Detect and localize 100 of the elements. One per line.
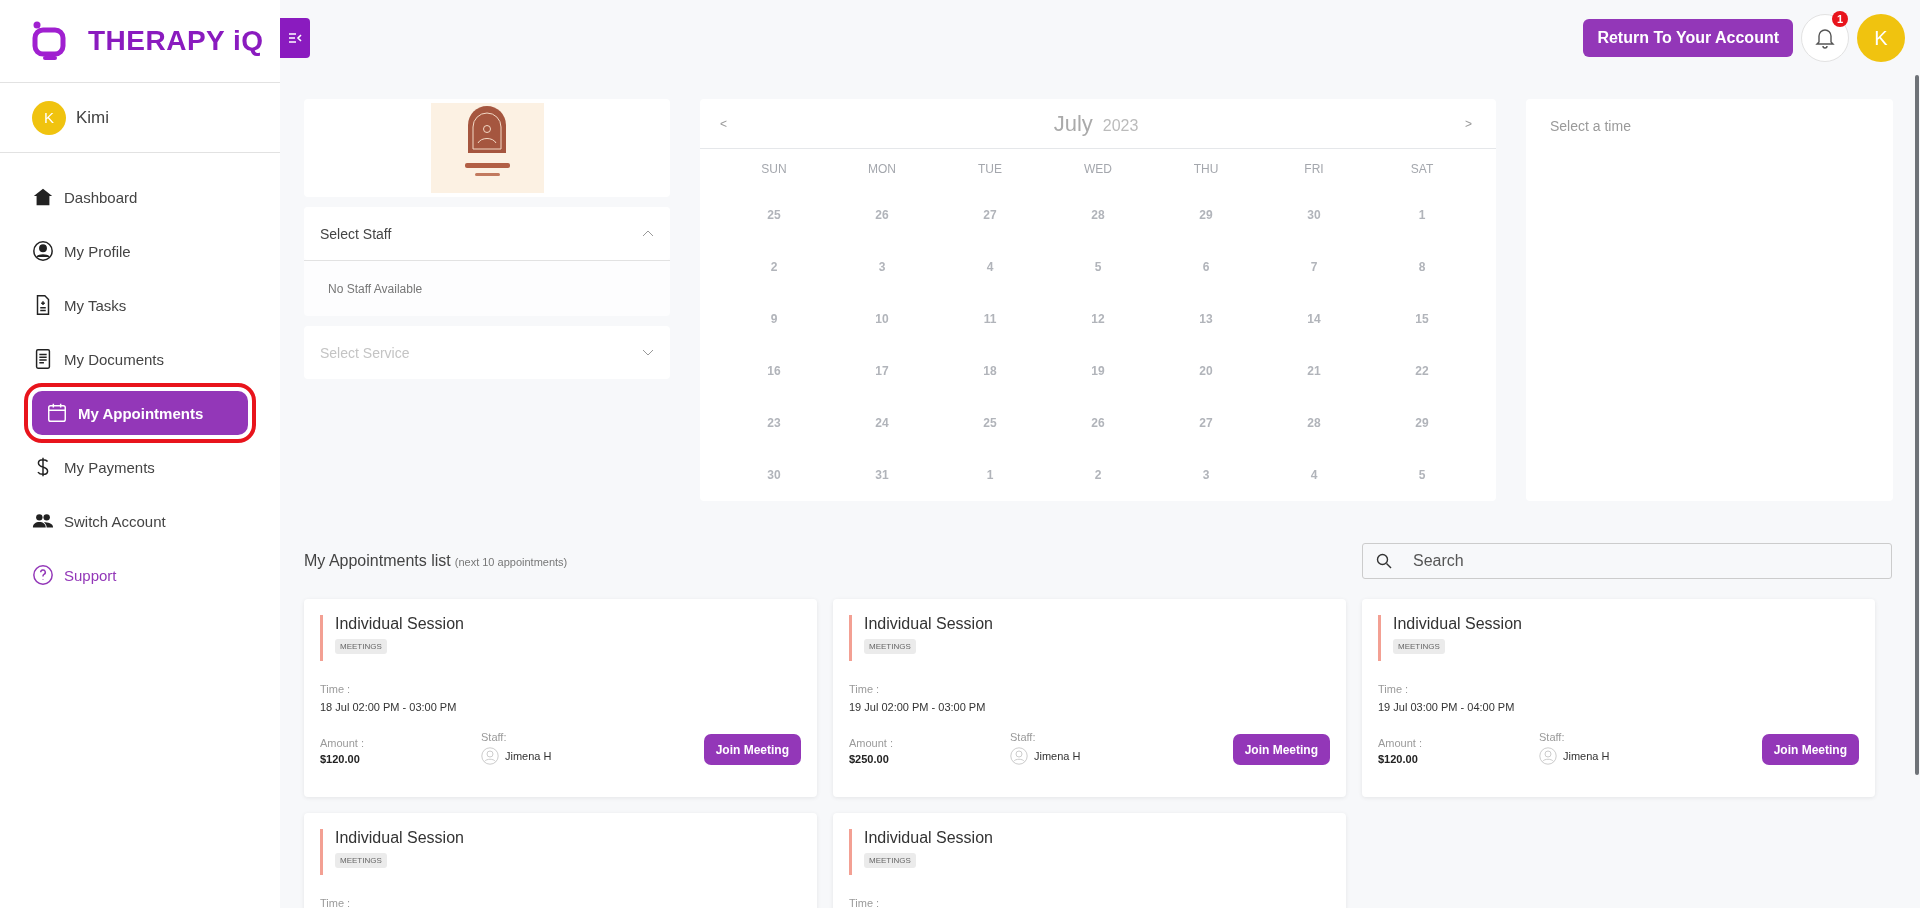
user-icon — [1010, 747, 1028, 765]
list-title: My Appointments list — [304, 552, 451, 569]
calendar-day: 18 — [936, 345, 1044, 397]
calendar-day: 16 — [720, 345, 828, 397]
time-label: Time : — [1378, 683, 1410, 695]
calendar-day: 4 — [936, 241, 1044, 293]
chevron-icon — [642, 230, 654, 237]
user-name: Kimi — [76, 107, 110, 128]
weekday-label: MON — [867, 161, 897, 178]
calendar-day: 1 — [1368, 189, 1476, 241]
staff-name: Jimena H — [505, 750, 552, 762]
appointment-amount: $120.00 — [320, 753, 361, 765]
weekday-label: WED — [1083, 161, 1113, 178]
calendar-day: 14 — [1260, 293, 1368, 345]
search-icon — [1376, 553, 1392, 569]
appointment-title: Individual Session — [864, 829, 994, 847]
appointment-tag: MEETINGS — [335, 639, 387, 654]
calendar-day: 20 — [1152, 345, 1260, 397]
calendar-day: 10 — [828, 293, 936, 345]
year: 2023 — [1102, 116, 1139, 135]
calendar-day: 29 — [1152, 189, 1260, 241]
weekday-label: TUE — [977, 161, 1003, 178]
calendar-day: 8 — [1368, 241, 1476, 293]
chevron-icon — [642, 349, 654, 356]
amount-label: Amount : — [320, 737, 366, 749]
home-icon — [32, 186, 54, 208]
amount-label: Amount : — [849, 737, 895, 749]
sidebar-toggle-button[interactable] — [280, 18, 310, 58]
calendar-day: 29 — [1368, 397, 1476, 449]
nav-item[interactable]: My Profile — [32, 229, 248, 273]
profile-icon — [32, 240, 54, 262]
calendar-day: 15 — [1368, 293, 1476, 345]
calendar-day: 17 — [828, 345, 936, 397]
nav-item[interactable]: Switch Account — [32, 499, 248, 543]
appointment-tag: MEETINGS — [864, 639, 916, 654]
weekday-label: SUN — [760, 161, 788, 178]
join-meeting-button[interactable]: Join Meeting — [703, 734, 801, 765]
calendar-day: 30 — [1260, 189, 1368, 241]
calendar-day: 25 — [936, 397, 1044, 449]
nav-item[interactable]: My Payments — [32, 445, 248, 489]
previous-month-button[interactable]: < — [720, 116, 727, 131]
calendar-day: 4 — [1260, 449, 1368, 501]
calendar-day: 9 — [720, 293, 828, 345]
calendar-day: 19 — [1044, 345, 1152, 397]
nav-item[interactable]: My Tasks — [32, 283, 248, 327]
time-label: Time : — [320, 897, 352, 908]
appointment-title: Individual Session — [1393, 615, 1523, 633]
appointment-time: 19 Jul 03:00 PM - 04:00 PM — [1378, 701, 1516, 713]
calendar-day: 25 — [720, 189, 828, 241]
calendar-day: 11 — [936, 293, 1044, 345]
nav-item[interactable]: Support — [32, 553, 248, 597]
return-account-button[interactable]: Return To Your Account — [1583, 19, 1793, 57]
staff-label: Staff: — [1010, 731, 1037, 743]
join-meeting-button[interactable]: Join Meeting — [1232, 734, 1330, 765]
calendar-day: 24 — [828, 397, 936, 449]
calendar-day: 28 — [1044, 189, 1152, 241]
calendar-day: 21 — [1260, 345, 1368, 397]
notification-button[interactable]: 1 — [1801, 14, 1849, 62]
time-label: Time : — [849, 683, 881, 695]
calendar-day: 28 — [1260, 397, 1368, 449]
time-label: Time : — [849, 897, 881, 908]
calendar-icon — [46, 402, 68, 424]
weekday-label: FRI — [1303, 161, 1325, 178]
brand-name: THERAPY iQ — [88, 25, 264, 57]
appointment-amount: $250.00 — [849, 753, 890, 765]
list-subtitle: (next 10 appointments) — [454, 556, 568, 568]
appointment-title: Individual Session — [335, 615, 465, 633]
calendar-day: 5 — [1044, 241, 1152, 293]
calendar-day: 27 — [936, 189, 1044, 241]
join-meeting-button[interactable]: Join Meeting — [1761, 734, 1859, 765]
calendar-day: 3 — [1152, 449, 1260, 501]
appointment-time: 18 Jul 02:00 PM - 03:00 PM — [320, 701, 458, 713]
calendar-day: 13 — [1152, 293, 1260, 345]
month-name: July — [1053, 110, 1093, 137]
staff-label: Staff: — [1539, 731, 1566, 743]
appointment-tag: MEETINGS — [864, 853, 916, 868]
nav-item[interactable]: My Documents — [32, 337, 248, 381]
calendar-day: 26 — [1044, 397, 1152, 449]
empty-staff-text: No Staff Available — [328, 281, 423, 296]
staff-label: Staff: — [481, 731, 508, 743]
appointment-time: 19 Jul 02:00 PM - 03:00 PM — [849, 701, 987, 713]
user-icon — [481, 747, 499, 765]
staff-name: Jimena H — [1563, 750, 1610, 762]
user-icon — [1539, 747, 1557, 765]
calendar-day: 27 — [1152, 397, 1260, 449]
brand-logo-icon — [32, 21, 66, 61]
notification-count: 1 — [1832, 11, 1848, 27]
time-label: Time : — [320, 683, 352, 695]
calendar-day: 6 — [1152, 241, 1260, 293]
nav-item[interactable]: Dashboard — [32, 175, 248, 219]
weekday-label: THU — [1192, 161, 1220, 178]
next-month-button[interactable]: > — [1465, 116, 1472, 131]
calendar-day: 31 — [828, 449, 936, 501]
calendar-day: 12 — [1044, 293, 1152, 345]
help-icon — [32, 564, 54, 586]
scrollbar[interactable] — [1915, 75, 1919, 775]
collapse-menu-icon — [288, 32, 302, 44]
search-field[interactable]: Search — [1362, 543, 1892, 579]
calendar-day: 7 — [1260, 241, 1368, 293]
calendar-day: 22 — [1368, 345, 1476, 397]
